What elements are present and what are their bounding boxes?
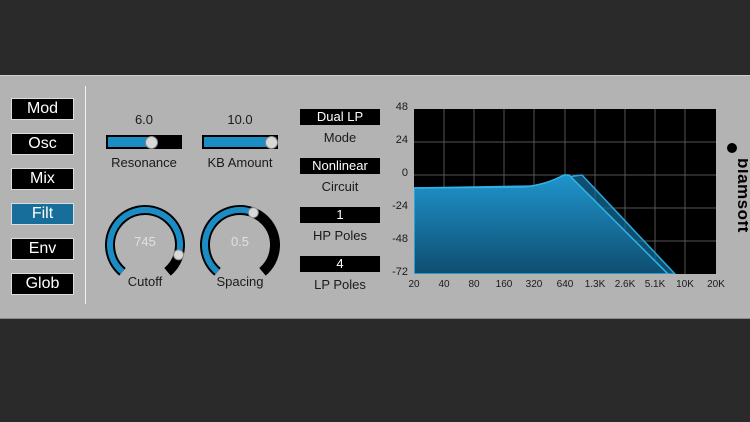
filter-panel: Mod Osc Mix Filt Env Glob 6.0 Resonance … [0,75,750,319]
x-tick-label: 2.6K [614,279,636,290]
y-tick-label: -48 [392,233,408,245]
y-tick-label: 24 [395,134,408,146]
filter-response-svg [413,109,716,275]
spacing-label: Spacing [216,274,264,289]
kb-amount-slider-handle[interactable] [265,136,278,149]
x-tick-label: 1.3K [584,279,606,290]
mode-selector[interactable]: Dual LP [300,109,380,125]
filter-response-graph[interactable] [413,109,716,275]
nav-divider [85,86,86,304]
x-tick-label: 20K [707,279,725,290]
x-tick-label: 320 [525,279,543,290]
x-tick-label: 5.1K [644,279,666,290]
cutoff-value: 745 [134,234,156,249]
resonance-label: Resonance [111,155,177,170]
lp-poles-label: LP Poles [314,277,366,292]
mode-label: Mode [323,130,357,145]
kb-amount-value: 10.0 [227,112,253,127]
brand-name: blamsoft [734,158,748,233]
hp-poles-label: HP Poles [313,228,367,243]
spacing-value: 0.5 [230,234,250,249]
nav-glob-button[interactable]: Glob [11,273,74,295]
nav-osc-button[interactable]: Osc [11,133,74,155]
cutoff-label: Cutoff [127,274,163,289]
kb-amount-slider[interactable] [202,135,278,149]
x-tick-label: 20 [408,279,420,290]
nav-filt-button[interactable]: Filt [11,203,74,225]
logo-dot-icon [727,143,737,153]
y-tick-label: 0 [401,167,408,179]
resonance-slider-handle[interactable] [145,136,159,149]
resonance-slider[interactable] [106,135,182,149]
hp-poles-selector[interactable]: 1 [300,207,380,223]
blamsoft-logo: blamsoft [718,140,750,280]
x-tick-label: 640 [556,279,574,290]
filter-curve-primary [413,174,670,275]
x-tick-label: 10K [676,279,694,290]
x-tick-label: 40 [438,279,450,290]
circuit-label: Circuit [321,179,359,194]
x-tick-label: 160 [495,279,513,290]
y-tick-label: -24 [392,200,408,212]
nav-mix-button[interactable]: Mix [11,168,74,190]
y-tick-label: -72 [392,266,408,278]
nav-env-button[interactable]: Env [11,238,74,260]
kb-amount-label: KB Amount [207,155,273,170]
circuit-selector[interactable]: Nonlinear [300,158,380,174]
x-tick-label: 80 [468,279,480,290]
nav-mod-button[interactable]: Mod [11,98,74,120]
y-tick-label: 48 [395,101,408,113]
lp-poles-selector[interactable]: 4 [300,256,380,272]
blamsoft-logo-svg: blamsoft [727,143,750,233]
resonance-value: 6.0 [134,112,154,127]
